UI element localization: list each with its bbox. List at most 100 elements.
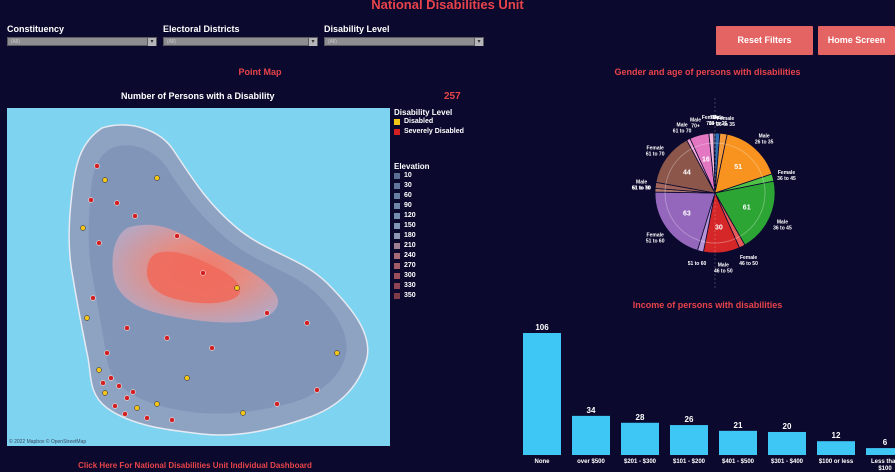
bar[interactable] — [768, 431, 806, 455]
individual-dashboard-link[interactable]: Click Here For National Disabilities Uni… — [0, 461, 390, 470]
map-point[interactable] — [102, 390, 108, 396]
electoral-districts-select[interactable]: (All) ▾ — [163, 37, 318, 46]
map-point[interactable] — [240, 410, 246, 416]
map-legend: Disability Level Disabled Severely Disabl… — [394, 108, 494, 301]
bar-category-label: Less than$100 — [871, 459, 895, 472]
pie-slice-label: Male 61 to 70 — [673, 123, 692, 135]
bar[interactable] — [719, 430, 757, 455]
disability-level-select-value: (All) — [328, 39, 337, 45]
map-point[interactable] — [116, 383, 122, 389]
elevation-legend-label: 350 — [404, 292, 416, 299]
map-point[interactable] — [114, 200, 120, 206]
elevation-legend-label: 120 — [404, 212, 416, 219]
bar-category-label: over $500 — [577, 459, 605, 465]
reset-filters-button[interactable]: Reset Filters — [716, 26, 813, 55]
map-point[interactable] — [200, 270, 206, 276]
map-point[interactable] — [132, 213, 138, 219]
pie-slice-label: Male 46 to 50 — [714, 263, 733, 275]
pie-value-label: 30 — [715, 225, 723, 232]
map-point[interactable] — [169, 417, 175, 423]
map-point[interactable] — [134, 405, 140, 411]
bar[interactable] — [621, 422, 659, 455]
elevation-legend-item[interactable]: 240 — [394, 251, 494, 261]
map-point[interactable] — [112, 403, 118, 409]
elevation-legend-item[interactable]: 300 — [394, 271, 494, 281]
pie-slice-label: Female 51 to 60 — [646, 233, 665, 245]
map-attribution[interactable]: © 2022 Mapbox © OpenStreetMap — [9, 439, 86, 445]
elevation-legend-item[interactable]: 210 — [394, 241, 494, 251]
map-point[interactable] — [90, 295, 96, 301]
pie-value-label: 63 — [683, 210, 691, 217]
chevron-down-icon[interactable]: ▾ — [147, 38, 156, 46]
elevation-swatch — [394, 233, 400, 239]
disability-level-select[interactable]: (All) ▾ — [324, 37, 484, 46]
map-point[interactable] — [304, 320, 310, 326]
elevation-legend-item[interactable]: 10 — [394, 171, 494, 181]
chevron-down-icon[interactable]: ▾ — [308, 38, 317, 46]
map-canvas[interactable] — [7, 108, 390, 446]
map-point[interactable] — [184, 375, 190, 381]
bar-value-label: 20 — [783, 422, 792, 431]
map-point[interactable] — [108, 375, 114, 381]
bar[interactable] — [670, 425, 708, 455]
elevation-legend-item[interactable]: 330 — [394, 281, 494, 291]
map-point[interactable] — [94, 163, 100, 169]
map-point[interactable] — [96, 367, 102, 373]
map-point[interactable] — [164, 335, 170, 341]
map-point[interactable] — [104, 350, 110, 356]
map-point[interactable] — [102, 177, 108, 183]
point-map[interactable]: © 2022 Mapbox © OpenStreetMap — [7, 108, 390, 446]
disability-legend-item[interactable]: Severely Disabled — [394, 127, 494, 137]
elevation-legend-item[interactable]: 350 — [394, 291, 494, 301]
elevation-swatch — [394, 213, 400, 219]
map-point[interactable] — [84, 315, 90, 321]
elevation-legend-item[interactable]: 120 — [394, 211, 494, 221]
bar-chart-title: Income of persons with disabilities — [632, 300, 783, 310]
map-point[interactable] — [154, 401, 160, 407]
home-screen-button[interactable]: Home Screen — [818, 26, 895, 55]
map-point[interactable] — [274, 401, 280, 407]
pie-value-label: 51 — [734, 164, 742, 171]
map-point[interactable] — [234, 285, 240, 291]
elevation-legend-item[interactable]: 90 — [394, 201, 494, 211]
elevation-legend-label: 330 — [404, 282, 416, 289]
map-point[interactable] — [122, 411, 128, 417]
map-point[interactable] — [264, 310, 270, 316]
elevation-legend-label: 270 — [404, 262, 416, 269]
map-point[interactable] — [154, 175, 160, 181]
elevation-legend-item[interactable]: 180 — [394, 231, 494, 241]
chevron-down-icon[interactable]: ▾ — [474, 38, 483, 46]
bar[interactable] — [866, 448, 895, 455]
map-point[interactable] — [88, 197, 94, 203]
map-point[interactable] — [334, 350, 340, 356]
bar-chart[interactable]: 106 None 34 over $500 28 $201 - $300 26 $101 - … — [520, 318, 895, 472]
constituency-select[interactable]: (All) ▾ — [7, 37, 157, 46]
elevation-swatch — [394, 243, 400, 249]
elevation-legend-item[interactable]: 60 — [394, 191, 494, 201]
bar[interactable] — [523, 333, 561, 455]
pie-value-label: 61 — [743, 204, 751, 211]
elevation-legend-item[interactable]: 30 — [394, 181, 494, 191]
map-point[interactable] — [130, 389, 136, 395]
disability-legend-title: Disability Level — [394, 108, 453, 117]
map-point[interactable] — [314, 387, 320, 393]
bar[interactable] — [817, 441, 855, 455]
map-point[interactable] — [96, 240, 102, 246]
pie-slice-label: 51 to 60 — [688, 261, 707, 267]
map-point[interactable] — [144, 415, 150, 421]
map-point[interactable] — [124, 395, 130, 401]
elevation-legend-item[interactable]: 150 — [394, 221, 494, 231]
map-point[interactable] — [209, 345, 215, 351]
map-point[interactable] — [174, 233, 180, 239]
filter-label-disability-level: Disability Level — [324, 24, 390, 34]
elevation-legend-item[interactable]: 270 — [394, 261, 494, 271]
disability-legend-item[interactable]: Disabled — [394, 117, 494, 127]
elevation-swatch — [394, 293, 400, 299]
map-point[interactable] — [124, 325, 130, 331]
filter-label-constituency: Constituency — [7, 24, 65, 34]
pie-chart[interactable]: Male 18 to 25Female 26 to 3551Male 26 to 35… — [600, 98, 830, 288]
map-point[interactable] — [80, 225, 86, 231]
bar[interactable] — [572, 415, 610, 455]
map-subtitle: Number of Persons with a Disability — [121, 91, 275, 101]
map-point[interactable] — [100, 380, 106, 386]
